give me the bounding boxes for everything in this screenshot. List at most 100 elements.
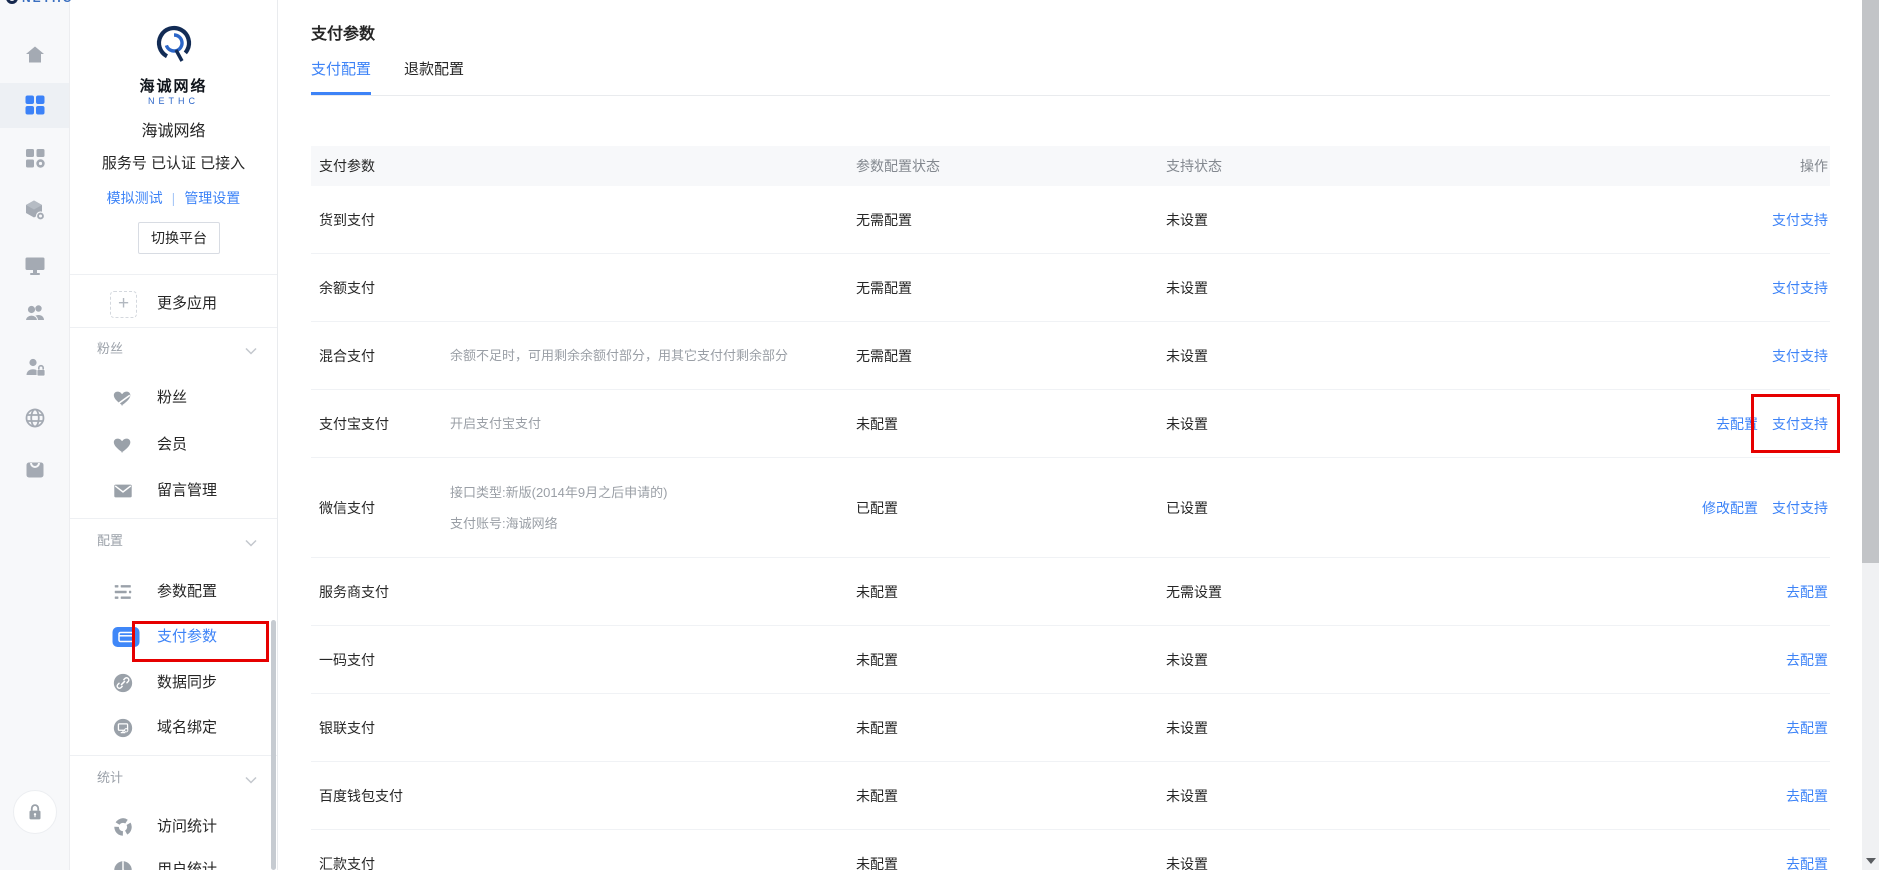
go-configure-link[interactable]: 去配置 (1786, 718, 1828, 738)
sidebar-item-domain-binding[interactable]: 域名绑定 (70, 713, 277, 743)
globe-icon[interactable] (23, 406, 47, 430)
sidebar-item-user-stats[interactable]: 用户统计 (70, 855, 277, 870)
divider (70, 274, 277, 275)
apps-grid-icon[interactable] (23, 93, 47, 117)
config-status: 未配置 (856, 583, 898, 600)
user-permission-icon[interactable] (23, 355, 47, 379)
divider (70, 755, 277, 756)
home-icon[interactable] (23, 43, 47, 67)
pay-support-link[interactable]: 支付支持 (1772, 210, 1828, 230)
go-configure-link[interactable]: 去配置 (1786, 650, 1828, 670)
chevron-down-icon (245, 535, 257, 550)
sidebar-item-label: 留言管理 (157, 482, 218, 499)
table-row: 混合支付 余额不足时，可用剩余余额付部分，用其它支付付剩余部分 无需配置 未设置… (311, 322, 1830, 390)
payment-name: 支付宝支付 (319, 415, 389, 432)
sidebar-item-fans[interactable]: 粉丝 (70, 383, 277, 413)
org-logo-emblem-icon (156, 25, 191, 62)
envelope-icon (112, 480, 134, 502)
payment-name: 汇款支付 (319, 855, 375, 870)
sidebar-item-label: 域名绑定 (157, 719, 218, 736)
payment-desc: 余额不足时，可用剩余余额付部分，用其它支付付剩余部分 (450, 348, 789, 363)
payment-desc: 开启支付宝支付 (450, 416, 542, 431)
config-status: 已配置 (856, 499, 898, 516)
support-status: 未设置 (1166, 787, 1208, 804)
sidebar-item-members[interactable]: 会员 (70, 430, 277, 460)
pay-support-link[interactable]: 支付支持 (1772, 278, 1828, 298)
sidebar-item-label: 访问统计 (157, 818, 218, 835)
monitor-icon[interactable] (23, 253, 47, 277)
pay-support-link[interactable]: 支付支持 (1772, 346, 1828, 366)
tab-payment-config[interactable]: 支付配置 (311, 60, 372, 95)
sidebar-section-stats[interactable]: 统计 (97, 767, 261, 787)
sidebar-section-fans[interactable]: 粉丝 (97, 338, 261, 358)
module-cube-icon[interactable] (23, 198, 47, 222)
go-configure-link[interactable]: 去配置 (1786, 582, 1828, 602)
lock-icon (29, 804, 41, 820)
go-configure-link[interactable]: 去配置 (1716, 414, 1758, 434)
sidebar-item-messages[interactable]: 留言管理 (70, 476, 277, 506)
support-status: 无需设置 (1166, 583, 1222, 600)
collapse-lock-button[interactable] (13, 790, 57, 834)
org-name: 海诚网络 (141, 123, 206, 140)
support-status: 未设置 (1166, 415, 1208, 432)
heart-add-icon (112, 387, 134, 409)
manage-settings-link[interactable]: 管理设置 (184, 190, 240, 206)
tab-bar: 支付配置 退款配置 (311, 60, 1830, 96)
modify-config-link[interactable]: 修改配置 (1702, 498, 1758, 518)
more-apps-label: 更多应用 (157, 295, 218, 312)
pay-support-link-highlighted[interactable]: 支付支持 (1772, 414, 1828, 434)
tab-refund-config[interactable]: 退款配置 (404, 60, 464, 95)
payment-name: 货到支付 (319, 211, 375, 228)
config-status: 无需配置 (856, 211, 912, 228)
link-sync-icon (112, 672, 134, 694)
support-status: 已设置 (1166, 499, 1208, 516)
sidebar-item-label: 粉丝 (157, 389, 188, 406)
go-configure-link[interactable]: 去配置 (1786, 786, 1828, 806)
table-row: 一码支付 未配置 未设置 去配置 (311, 626, 1830, 694)
sidebar-item-label: 数据同步 (157, 674, 218, 691)
org-status-badges: 服务号 已认证 已接入 (101, 155, 246, 172)
window-scrollbar[interactable] (1862, 0, 1879, 870)
sidebar-item-data-sync[interactable]: 数据同步 (70, 668, 277, 698)
org-logo: 海诚网络 NETHC (70, 24, 277, 106)
scrollbar-down-arrow-icon[interactable] (1866, 858, 1876, 864)
org-logo-title: 海诚网络 (139, 78, 208, 95)
table-header-row: 支付参数 参数配置状态 支持状态 操作 (311, 146, 1830, 186)
payment-name: 一码支付 (319, 651, 375, 668)
go-configure-link[interactable]: 去配置 (1786, 854, 1828, 870)
support-status: 未设置 (1166, 211, 1208, 228)
corner-brand-text: NETHC (22, 0, 73, 5)
sidebar-item-payment-params[interactable]: 支付参数 (70, 622, 277, 652)
support-status: 未设置 (1166, 719, 1208, 736)
table-row: 百度钱包支付 未配置 未设置 去配置 (311, 762, 1830, 830)
apps-manage-icon[interactable] (23, 146, 47, 170)
payment-name: 混合支付 (319, 347, 375, 364)
sidebar-item-label: 支付参数 (157, 628, 218, 645)
section-label: 统计 (97, 770, 124, 785)
divider (70, 518, 277, 519)
support-status: 未设置 (1166, 279, 1208, 296)
sidebar-item-param-config[interactable]: 参数配置 (70, 577, 277, 607)
simulate-test-link[interactable]: 模拟测试 (107, 190, 163, 206)
org-links: 模拟测试 | 管理设置 (70, 188, 277, 208)
config-status: 未配置 (856, 855, 898, 870)
shop-bag-icon[interactable] (23, 456, 47, 480)
sidebar-item-label: 用户统计 (157, 861, 218, 870)
header-support-status: 支持状态 (1166, 158, 1222, 174)
pay-support-link[interactable]: 支付支持 (1772, 498, 1828, 518)
org-logo-subtitle: NETHC (148, 96, 199, 106)
payment-name: 余额支付 (319, 279, 375, 296)
payment-name: 银联支付 (319, 719, 375, 736)
sidebar-scrollbar[interactable] (271, 620, 276, 870)
desc-line: 支付账号:海诚网络 (450, 515, 558, 531)
scrollbar-thumb[interactable] (1862, 0, 1879, 563)
users-icon[interactable] (23, 301, 47, 325)
config-status: 未配置 (856, 719, 898, 736)
header-operations: 操作 (1800, 158, 1828, 174)
icon-rail (0, 0, 70, 870)
sidebar-item-visit-stats[interactable]: 访问统计 (70, 812, 277, 842)
switch-platform-button[interactable]: 切换平台 (138, 222, 220, 254)
divider (70, 327, 277, 328)
more-apps-button[interactable]: + 更多应用 (70, 283, 277, 325)
sidebar-section-config[interactable]: 配置 (97, 530, 261, 550)
